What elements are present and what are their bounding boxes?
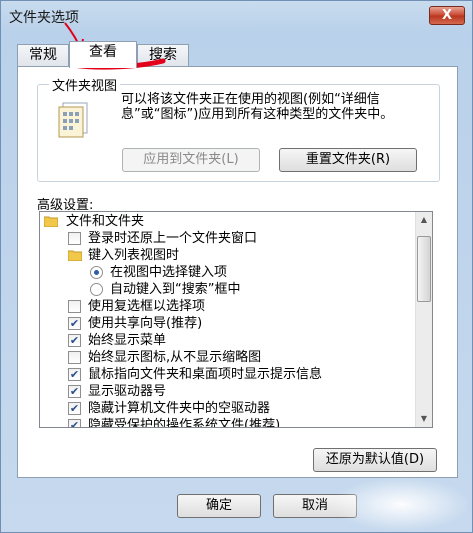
- folder-icon: [44, 216, 58, 227]
- checkbox[interactable]: [68, 351, 81, 364]
- reset-folders-button[interactable]: 重置文件夹(R): [279, 148, 417, 172]
- apply-to-folders-button[interactable]: 应用到文件夹(L): [122, 148, 260, 172]
- folder-icon: [68, 250, 82, 261]
- list-item-label: 键入列表视图时: [88, 248, 180, 263]
- list-item-label: 隐藏计算机文件夹中的空驱动器: [88, 401, 271, 416]
- folder-view-icon: [58, 102, 88, 138]
- list-item-label: 鼠标指向文件夹和桌面项时显示提示信息: [88, 367, 323, 382]
- checkbox-checked[interactable]: ✔: [68, 317, 81, 330]
- vertical-scrollbar[interactable]: ▲ ▼: [415, 212, 432, 427]
- checkbox-checked[interactable]: ✔: [68, 334, 81, 347]
- checkbox-checked[interactable]: ✔: [68, 402, 81, 415]
- checkbox-checked[interactable]: ✔: [68, 419, 81, 427]
- list-item-label: 文件和文件夹: [66, 214, 145, 229]
- list-item-label: 始终显示菜单: [88, 333, 167, 348]
- list-item-label: 始终显示图标,从不显示缩略图: [88, 350, 262, 365]
- advanced-settings-list[interactable]: 文件和文件夹 登录时还原上一个文件夹窗口 键入列表视图时 在视图中选择键入项 自…: [39, 211, 433, 428]
- folder-options-dialog: 文件夹选项 X 常规 查看 搜索 文件夹视图 可以将该文件夹正在使用的视图(例如…: [0, 0, 473, 533]
- checkbox-checked[interactable]: ✔: [68, 385, 81, 398]
- tab-general[interactable]: 常规: [17, 44, 69, 67]
- close-button[interactable]: X: [429, 6, 465, 25]
- restore-defaults-button[interactable]: 还原为默认值(D): [313, 448, 437, 472]
- scrollbar-thumb[interactable]: [417, 236, 431, 302]
- list-item-label: 在视图中选择键入项: [110, 265, 228, 280]
- tab-search[interactable]: 搜索: [137, 44, 189, 67]
- radio-button[interactable]: [90, 283, 103, 296]
- ok-button[interactable]: 确定: [177, 494, 261, 518]
- watermark: [331, 477, 471, 532]
- list-item-label: 显示驱动器号: [88, 384, 167, 399]
- folder-views-description: 可以将该文件夹正在使用的视图(例如“详细信息”或“图标”)应用到所有这种类型的文…: [121, 92, 394, 122]
- checkbox[interactable]: [68, 300, 81, 313]
- list-item-label: 登录时还原上一个文件夹窗口: [88, 231, 258, 246]
- list-item-label: 使用共享向导(推荐): [88, 316, 203, 331]
- list-item-label: 隐藏受保护的操作系统文件(推荐): [88, 418, 281, 428]
- list-item-label: 自动键入到“搜索”框中: [110, 282, 241, 297]
- list-item-label: 使用复选框以选择项: [88, 299, 206, 314]
- folder-views-title: 文件夹视图: [49, 75, 121, 94]
- scroll-down-icon[interactable]: ▼: [416, 411, 432, 427]
- checkbox[interactable]: [68, 232, 81, 245]
- radio-button[interactable]: [90, 266, 103, 279]
- checkbox-checked[interactable]: ✔: [68, 368, 81, 381]
- tab-view[interactable]: 查看: [69, 41, 137, 68]
- scroll-up-icon[interactable]: ▲: [416, 212, 432, 228]
- window-title: 文件夹选项: [9, 10, 79, 26]
